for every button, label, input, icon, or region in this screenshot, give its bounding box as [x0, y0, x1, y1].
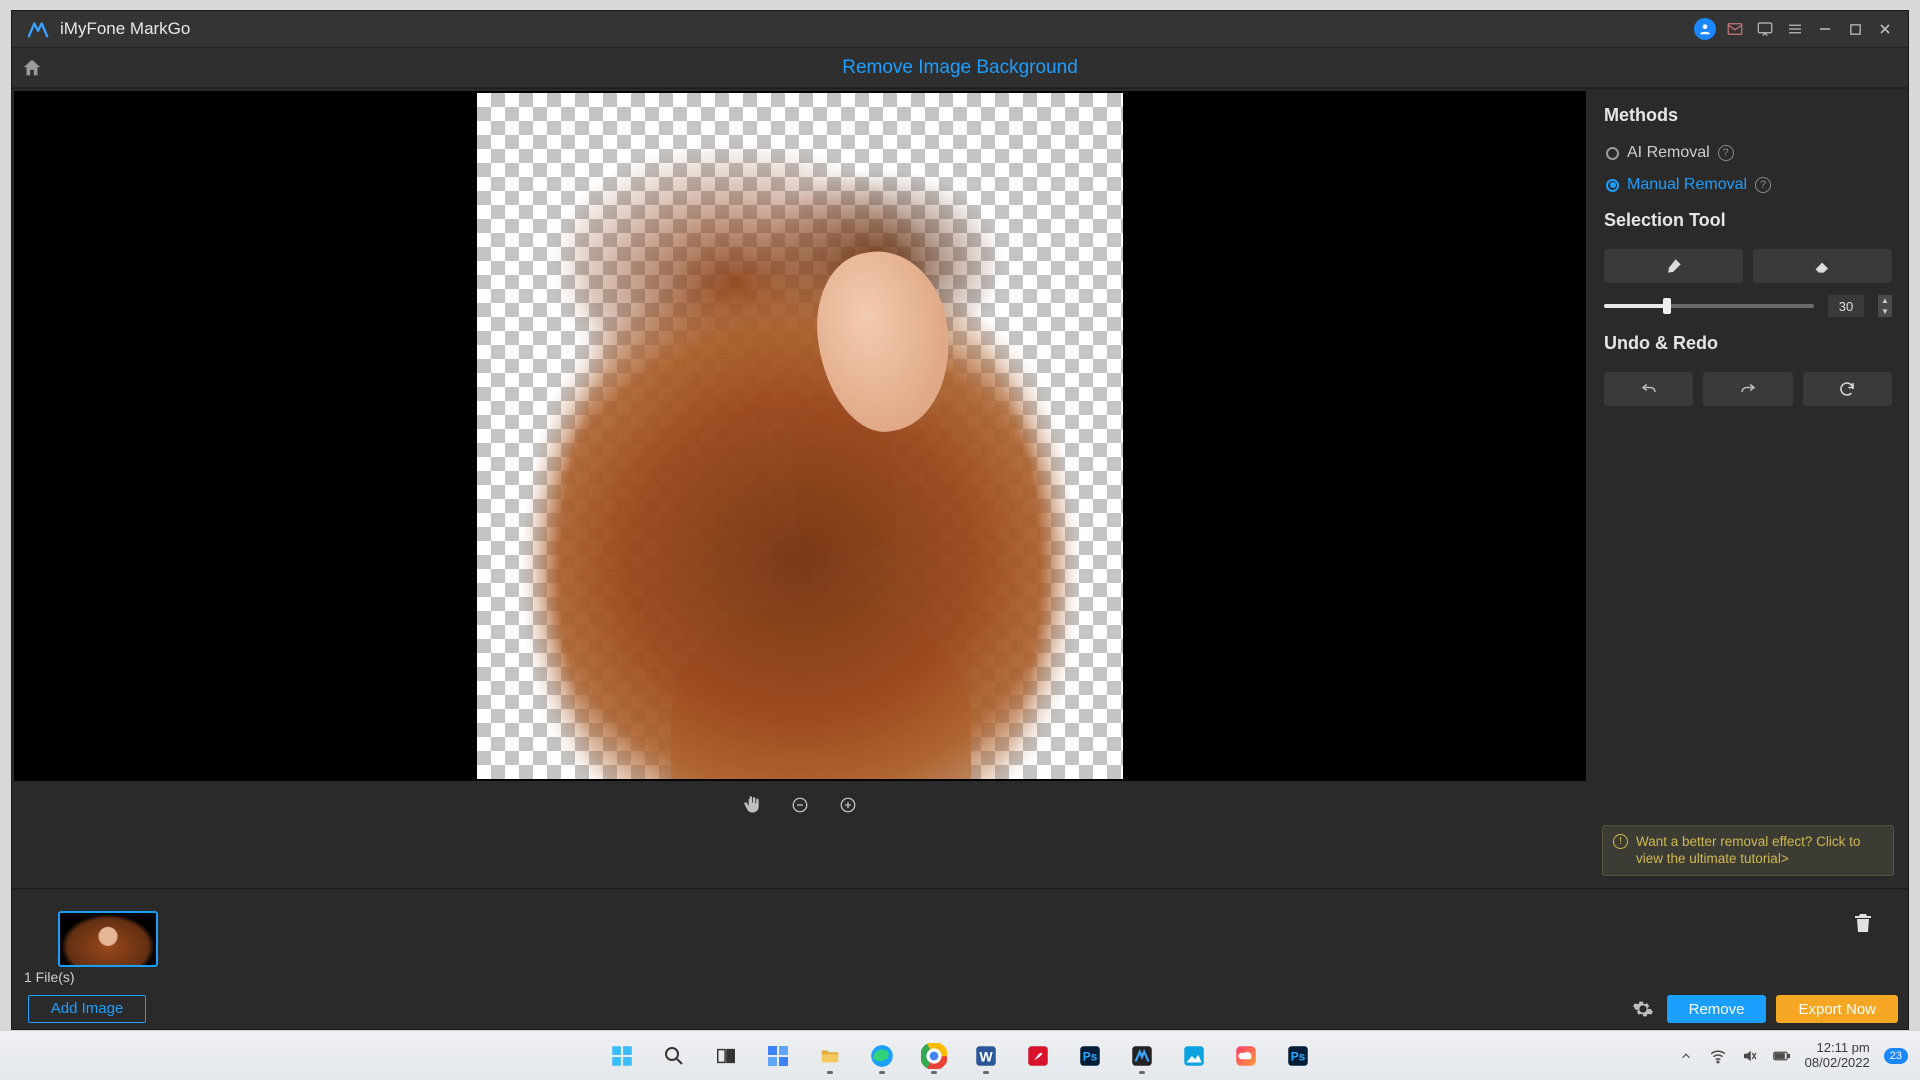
thumbnail-item[interactable]: [58, 911, 158, 967]
zoom-in-icon[interactable]: [835, 792, 861, 818]
work-area: Methods AI Removal ? Manual Removal ? Se…: [12, 89, 1908, 888]
creative-cloud-icon[interactable]: [1225, 1036, 1267, 1076]
canvas-column: [12, 89, 1588, 888]
brush-size-input[interactable]: [1828, 295, 1864, 317]
image-viewport[interactable]: [14, 91, 1586, 781]
app-logo-icon: [26, 17, 50, 41]
undo-redo-heading: Undo & Redo: [1604, 333, 1892, 354]
bottom-area: 1 File(s) Add Image Remove Export Now: [12, 888, 1908, 1029]
svg-text:Ps: Ps: [1291, 1049, 1306, 1063]
thumbnail-strip: 1 File(s): [12, 889, 1908, 989]
pan-tool-icon[interactable]: [739, 792, 765, 818]
titlebar: iMyFone MarkGo: [12, 11, 1908, 47]
maximize-button[interactable]: [1840, 14, 1870, 44]
edge-icon[interactable]: [861, 1036, 903, 1076]
clock-date: 08/02/2022: [1805, 1056, 1870, 1071]
tip-text: Want a better removal effect? Click to v…: [1636, 833, 1883, 868]
volume-icon[interactable]: [1741, 1047, 1759, 1065]
markgo-taskbar-icon[interactable]: [1121, 1036, 1163, 1076]
info-icon: !: [1613, 834, 1628, 849]
home-button[interactable]: [12, 47, 52, 89]
remove-button[interactable]: Remove: [1667, 995, 1767, 1023]
word-icon[interactable]: W: [965, 1036, 1007, 1076]
action-bar: Add Image Remove Export Now: [12, 989, 1908, 1029]
photoshop-icon[interactable]: Ps: [1069, 1036, 1111, 1076]
chrome-icon[interactable]: [913, 1036, 955, 1076]
close-button[interactable]: [1870, 14, 1900, 44]
step-down-icon[interactable]: ▼: [1878, 306, 1892, 317]
app-window: iMyFone MarkGo Remove Image Back: [11, 10, 1909, 1030]
start-button[interactable]: [601, 1036, 643, 1076]
step-up-icon[interactable]: ▲: [1878, 295, 1892, 306]
radio-label-manual: Manual Removal: [1627, 176, 1747, 194]
svg-text:W: W: [979, 1048, 993, 1064]
system-tray: 12:11 pm 08/02/2022 23: [1677, 1041, 1920, 1071]
user-icon: [1694, 18, 1716, 40]
tray-chevron-up-icon[interactable]: [1677, 1047, 1695, 1065]
minimize-button[interactable]: [1810, 14, 1840, 44]
settings-button[interactable]: [1629, 995, 1657, 1023]
feedback-icon[interactable]: [1750, 14, 1780, 44]
notification-badge[interactable]: 23: [1884, 1048, 1908, 1064]
taskbar-clock[interactable]: 12:11 pm 08/02/2022: [1805, 1041, 1870, 1071]
thumbnail-preview: [60, 913, 156, 965]
reset-button[interactable]: [1803, 372, 1892, 406]
mail-icon[interactable]: [1720, 14, 1750, 44]
brush-size-row: ▲ ▼: [1604, 295, 1892, 317]
image-preview: [477, 93, 1123, 779]
account-button[interactable]: [1690, 14, 1720, 44]
zoom-out-icon[interactable]: [787, 792, 813, 818]
svg-text:Ps: Ps: [1083, 1049, 1098, 1063]
photoshop-2-icon[interactable]: Ps: [1277, 1036, 1319, 1076]
viewport-controls: [12, 781, 1588, 829]
nav-bar: Remove Image Background: [12, 47, 1908, 89]
page-title: Remove Image Background: [842, 57, 1078, 79]
brush-size-slider[interactable]: [1604, 304, 1814, 308]
tutorial-tip-banner[interactable]: ! Want a better removal effect? Click to…: [1602, 825, 1894, 876]
clock-time: 12:11 pm: [1805, 1041, 1870, 1056]
acrobat-icon[interactable]: [1017, 1036, 1059, 1076]
add-image-button[interactable]: Add Image: [28, 995, 146, 1023]
taskbar-center: W Ps Ps: [601, 1036, 1319, 1076]
radio-label-ai: AI Removal: [1627, 144, 1710, 162]
slider-thumb[interactable]: [1663, 298, 1671, 314]
radio-manual-removal[interactable]: Manual Removal ?: [1606, 176, 1892, 194]
delete-file-button[interactable]: [1846, 903, 1880, 943]
export-now-button[interactable]: Export Now: [1776, 995, 1898, 1023]
help-icon[interactable]: ?: [1718, 145, 1734, 161]
wifi-icon[interactable]: [1709, 1047, 1727, 1065]
battery-icon[interactable]: [1773, 1047, 1791, 1065]
undo-button[interactable]: [1604, 372, 1693, 406]
help-icon[interactable]: ?: [1755, 177, 1771, 193]
menu-icon[interactable]: [1780, 14, 1810, 44]
task-view-button[interactable]: [705, 1036, 747, 1076]
radio-ai-removal[interactable]: AI Removal ?: [1606, 144, 1892, 162]
redo-button[interactable]: [1703, 372, 1792, 406]
widgets-button[interactable]: [757, 1036, 799, 1076]
brush-tool-button[interactable]: [1604, 249, 1743, 283]
photos-icon[interactable]: [1173, 1036, 1215, 1076]
radio-icon: [1606, 179, 1619, 192]
file-count-label: 1 File(s): [24, 969, 75, 985]
side-panel: Methods AI Removal ? Manual Removal ? Se…: [1588, 89, 1908, 888]
app-title: iMyFone MarkGo: [60, 19, 190, 39]
eraser-tool-button[interactable]: [1753, 249, 1892, 283]
brush-size-stepper[interactable]: ▲ ▼: [1878, 295, 1892, 317]
selection-tool-heading: Selection Tool: [1604, 210, 1892, 231]
search-button[interactable]: [653, 1036, 695, 1076]
methods-heading: Methods: [1604, 105, 1892, 126]
cutout-subject: [477, 93, 1123, 779]
windows-taskbar: W Ps Ps 12: [0, 1030, 1920, 1080]
file-explorer-icon[interactable]: [809, 1036, 851, 1076]
radio-icon: [1606, 147, 1619, 160]
